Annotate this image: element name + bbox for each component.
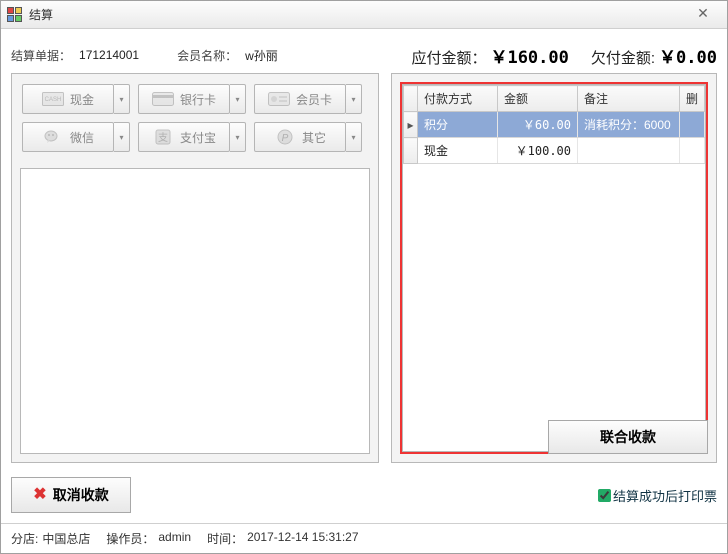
cash-icon: CASH xyxy=(42,91,64,107)
member-name: w孙丽 xyxy=(245,47,278,64)
pay-alipay-button[interactable]: 支 支付宝 xyxy=(138,122,230,152)
status-branch-label: 分店: xyxy=(11,530,38,547)
pay-member-button[interactable]: 会员卡 xyxy=(254,84,346,114)
print-after-checkbox-input[interactable] xyxy=(598,489,611,502)
cell-remark xyxy=(578,138,680,164)
close-button[interactable]: ✕ xyxy=(683,3,723,23)
svg-text:支: 支 xyxy=(158,132,168,144)
pay-card-button[interactable]: 银行卡 xyxy=(138,84,230,114)
payable-label: 应付金额： xyxy=(411,47,486,68)
other-pay-icon: P xyxy=(274,129,296,145)
cell-remark: 消耗积分：6000 xyxy=(578,112,680,138)
window-title: 结算 xyxy=(29,6,53,23)
due-value: ￥0.00 xyxy=(659,43,717,68)
pay-alipay-dropdown[interactable]: ▾ xyxy=(230,122,246,152)
table-row[interactable]: 现金 ￥100.00 xyxy=(404,138,705,164)
pay-other-label: 其它 xyxy=(302,129,326,146)
right-panel: 付款方式 金额 备注 删 ▸ 积分 ￥60.00 消耗积分：60 xyxy=(391,73,717,463)
order-label: 结算单据： xyxy=(11,47,71,64)
wechat-icon xyxy=(42,129,64,145)
pay-member-label: 会员卡 xyxy=(296,91,332,108)
pay-card-dropdown[interactable]: ▾ xyxy=(230,84,246,114)
pay-cash-button[interactable]: CASH 现金 xyxy=(22,84,114,114)
print-after-checkbox[interactable]: 结算成功后打印票 xyxy=(598,486,717,505)
row-indicator-header xyxy=(404,86,418,112)
cell-method: 现金 xyxy=(418,138,498,164)
svg-text:P: P xyxy=(282,133,289,144)
statusbar: 分店: 中国总店 操作员： admin 时间： 2017-12-14 15:31… xyxy=(1,523,727,553)
status-operator-label: 操作员： xyxy=(106,530,154,547)
row-indicator-icon xyxy=(404,138,418,164)
col-delete[interactable]: 删 xyxy=(679,86,704,112)
cell-method: 积分 xyxy=(418,112,498,138)
bank-card-icon xyxy=(152,91,174,107)
alipay-icon: 支 xyxy=(152,129,174,145)
print-after-label: 结算成功后打印票 xyxy=(613,486,717,505)
cell-delete[interactable] xyxy=(679,112,704,138)
combine-payment-button[interactable]: 联合收款 xyxy=(548,420,708,454)
titlebar: 结算 ✕ xyxy=(1,1,727,29)
pay-card-label: 银行卡 xyxy=(180,91,216,108)
header-row: 结算单据： 171214001 会员名称： w孙丽 应付金额： ￥160.00 … xyxy=(11,37,717,73)
pay-cash-dropdown[interactable]: ▾ xyxy=(114,84,130,114)
cancel-payment-button[interactable]: ✖ 取消收款 xyxy=(11,477,131,513)
cell-delete[interactable] xyxy=(679,138,704,164)
svg-text:CASH: CASH xyxy=(45,97,62,103)
app-icon xyxy=(7,7,23,23)
member-card-icon xyxy=(268,91,290,107)
table-row[interactable]: ▸ 积分 ￥60.00 消耗积分：6000 xyxy=(404,112,705,138)
pay-wechat-dropdown[interactable]: ▾ xyxy=(114,122,130,152)
payable-value: ￥160.00 xyxy=(490,43,568,68)
col-remark[interactable]: 备注 xyxy=(578,86,680,112)
cancel-icon: ✖ xyxy=(33,487,46,503)
cell-amount: ￥60.00 xyxy=(498,112,578,138)
detail-area xyxy=(20,168,370,454)
cancel-payment-label: 取消收款 xyxy=(53,485,109,505)
combine-payment-label: 联合收款 xyxy=(600,427,656,447)
status-branch: 中国总店 xyxy=(42,530,90,547)
left-panel: CASH 现金 ▾ 银行卡 ▾ xyxy=(11,73,379,463)
pay-alipay-label: 支付宝 xyxy=(180,129,216,146)
pay-cash-label: 现金 xyxy=(70,91,94,108)
payments-grid-highlight: 付款方式 金额 备注 删 ▸ 积分 ￥60.00 消耗积分：60 xyxy=(400,82,708,454)
order-no: 171214001 xyxy=(79,48,139,62)
payments-grid[interactable]: 付款方式 金额 备注 删 ▸ 积分 ￥60.00 消耗积分：60 xyxy=(403,85,705,164)
col-method[interactable]: 付款方式 xyxy=(418,86,498,112)
col-amount[interactable]: 金额 xyxy=(498,86,578,112)
status-time-label: 时间： xyxy=(207,530,243,547)
pay-wechat-button[interactable]: 微信 xyxy=(22,122,114,152)
due-label: 欠付金额: xyxy=(591,47,655,68)
pay-wechat-label: 微信 xyxy=(70,129,94,146)
row-indicator-icon: ▸ xyxy=(404,112,418,138)
cell-amount: ￥100.00 xyxy=(498,138,578,164)
pay-other-dropdown[interactable]: ▾ xyxy=(346,122,362,152)
pay-other-button[interactable]: P 其它 xyxy=(254,122,346,152)
pay-member-dropdown[interactable]: ▾ xyxy=(346,84,362,114)
status-time: 2017-12-14 15:31:27 xyxy=(247,530,358,547)
status-operator: admin xyxy=(158,530,191,547)
member-label: 会员名称： xyxy=(177,47,237,64)
